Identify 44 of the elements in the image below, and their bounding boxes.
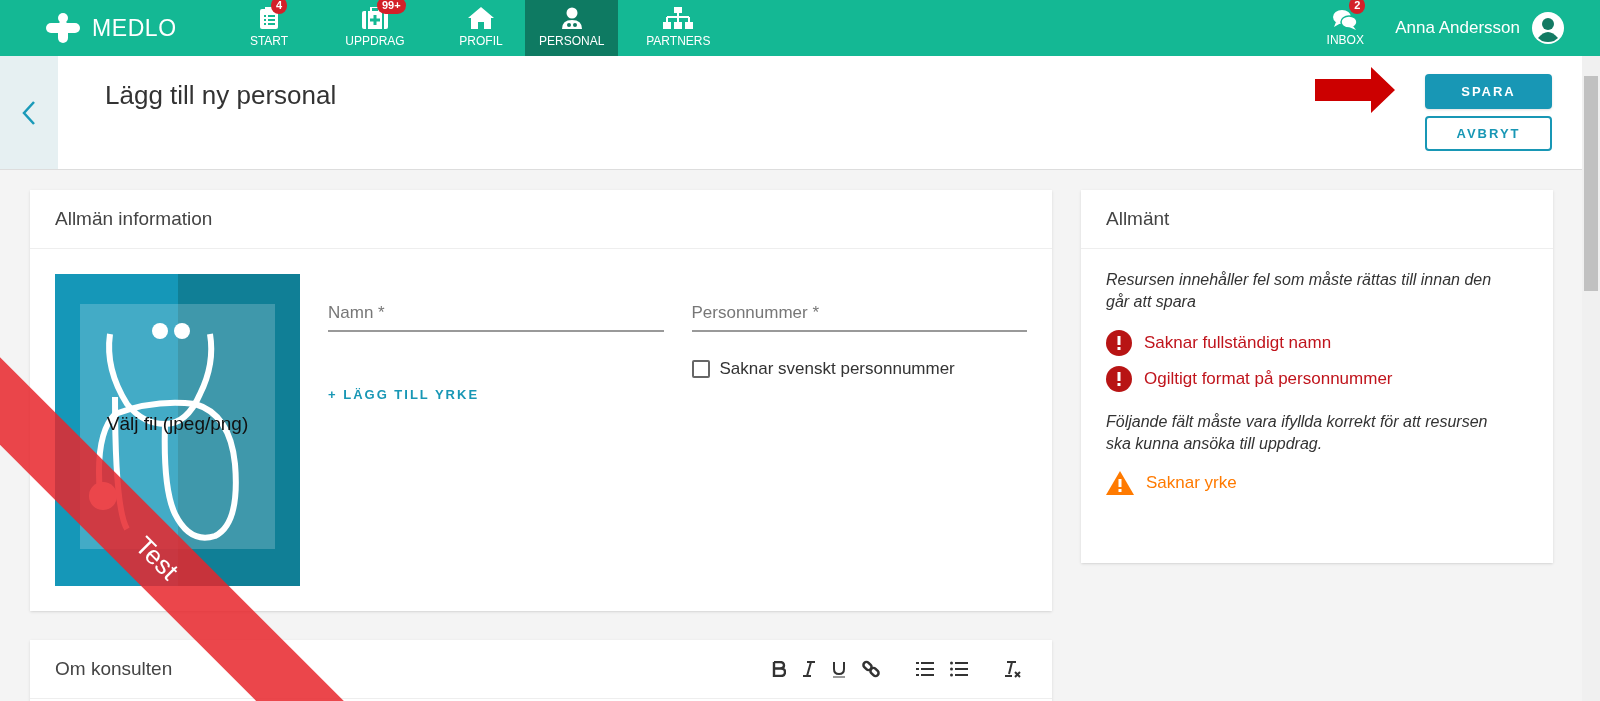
link-icon[interactable]	[862, 660, 880, 678]
info-text: Resursen innehåller fel som måste rättas till innan den går att spara	[1106, 270, 1493, 312]
clipboard-icon	[260, 6, 278, 29]
warning-icon	[1106, 471, 1134, 495]
clear-format-icon[interactable]	[1004, 660, 1022, 678]
add-profession-link[interactable]: + LÄGG TILL YRKE	[328, 387, 480, 402]
text-field[interactable]: Namn *	[328, 296, 664, 332]
bullet-list-icon[interactable]	[950, 661, 968, 677]
back-chevron-icon	[22, 99, 36, 126]
nav-tab[interactable]: PERSONAL	[525, 0, 619, 56]
notification-badge: 99+	[377, 0, 406, 14]
error-icon	[1106, 330, 1132, 356]
notification-badge: 2	[1349, 0, 1366, 14]
card-title: Allmänt	[1106, 206, 1170, 231]
error-message: Saknar fullständigt namn	[1144, 332, 1332, 355]
save-button[interactable]: SPARA	[1425, 74, 1552, 109]
logo-text: MEDLO	[92, 13, 177, 43]
logo-icon	[46, 13, 80, 43]
card-title: Allmän information	[55, 206, 213, 231]
nav-tab[interactable]: PARTNERS	[618, 0, 739, 56]
avatar-icon[interactable]	[1532, 12, 1564, 44]
info-text: Följande fält måste vara ifyllda korrekt för att resursen ska kunna ansöka till uppdrag.	[1106, 412, 1489, 454]
card-title: Om konsulten	[55, 656, 173, 681]
text-field[interactable]: Personnummer *	[691, 296, 1027, 332]
bold-icon[interactable]	[772, 661, 786, 677]
scrollbar-thumb[interactable]	[1584, 76, 1598, 291]
error-icon	[1106, 366, 1132, 392]
error-message: Ogiltigt format på personnummer	[1144, 368, 1393, 391]
page-title: Lägg till ny personal	[105, 79, 337, 112]
nav-tab[interactable]: START 4	[225, 0, 313, 56]
cancel-button[interactable]: AVBRYT	[1425, 116, 1552, 151]
nav-tab[interactable]: PROFIL	[437, 0, 525, 56]
italic-icon[interactable]	[802, 661, 816, 677]
org-chart-icon	[663, 6, 694, 29]
home-icon	[468, 6, 494, 29]
warning-message: Saknar yrke	[1146, 472, 1237, 495]
user-name[interactable]: Anna Andersson	[1395, 15, 1520, 41]
underline-icon[interactable]	[832, 660, 846, 678]
doctor-icon	[560, 6, 583, 29]
nav-tab[interactable]: UPPDRAG 99+	[313, 0, 437, 56]
numbered-list-icon[interactable]	[916, 661, 934, 677]
notification-badge: 4	[271, 0, 288, 14]
chat-icon	[1332, 9, 1359, 31]
no-personal-number-checkbox[interactable]: Saknar svenskt personnummer	[691, 354, 1027, 384]
